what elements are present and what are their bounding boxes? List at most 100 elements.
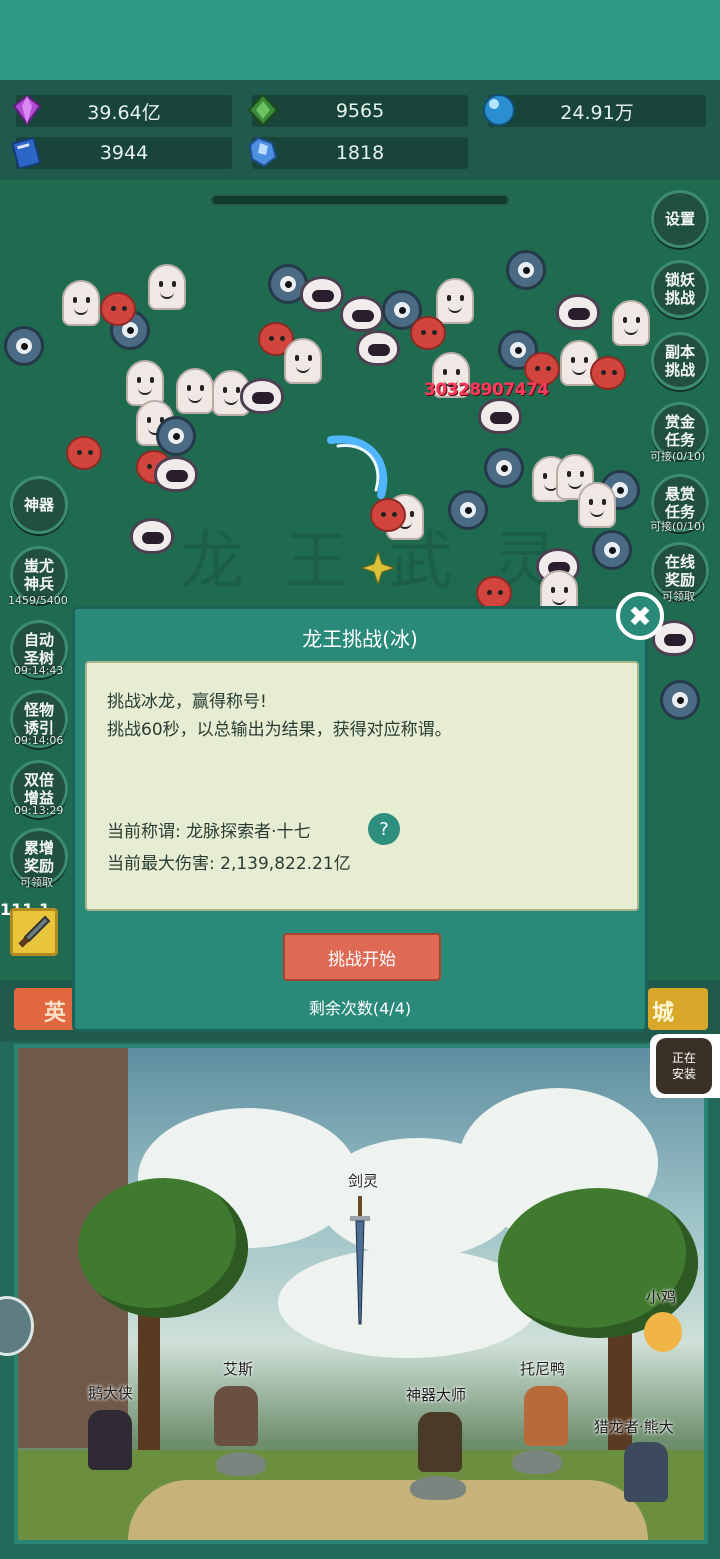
- npc-label-goose-hero: 鹅大侠: [88, 1384, 134, 1402]
- install-badge[interactable]: 正在 安装: [650, 1034, 720, 1098]
- eye-monster: [592, 530, 632, 570]
- tab-hero[interactable]: 英: [14, 988, 78, 1030]
- resource-ice-crystal: 1818: [248, 136, 468, 169]
- online-reward-status: 可领取: [662, 590, 695, 603]
- ghost-monster: [436, 278, 474, 324]
- resource-green-gem: 9565: [247, 93, 468, 127]
- red-blob-monster: [370, 498, 406, 532]
- dragon-king-challenge-dialog: 龙王挑战(冰) 挑战冰龙，赢得称号! 挑战60秒，以总输出为结果，获得对应称谓。…: [72, 606, 648, 1032]
- red-blob-monster: [590, 356, 626, 390]
- tab-city[interactable]: 城: [648, 988, 708, 1030]
- bat-monster: [356, 330, 400, 366]
- sword-icon[interactable]: [348, 1196, 372, 1326]
- npc-ace[interactable]: [214, 1386, 258, 1446]
- ghost-monster: [176, 368, 214, 414]
- bat-monster: [300, 276, 344, 312]
- remaining-attempts: 剩余次数(4/4): [308, 999, 412, 1018]
- eye-monster: [660, 680, 700, 720]
- tab-hero-label: 英: [44, 1001, 67, 1026]
- eye-monster: [484, 448, 524, 488]
- install-badge-label: 正在 安装: [656, 1038, 712, 1094]
- current-title-value: 龙脉探索者·十七: [186, 822, 311, 842]
- skill-slot[interactable]: [10, 908, 58, 956]
- red-blob-monster: [66, 436, 102, 470]
- bat-monster: [556, 294, 600, 330]
- ice-crystal-icon: [248, 136, 278, 168]
- resource-value: 3944: [99, 142, 149, 164]
- reward-task-status: 可接(0/10): [650, 520, 706, 533]
- damage-number: 30328907474: [424, 380, 549, 400]
- npc-chick[interactable]: [644, 1312, 682, 1352]
- bat-monster: [340, 296, 384, 332]
- red-blob-monster: [476, 576, 512, 610]
- bat-monster: [478, 398, 522, 434]
- ghost-monster: [148, 264, 186, 310]
- tree: [78, 1178, 248, 1318]
- npc-label-artifact-master: 神器大师: [406, 1386, 467, 1404]
- dialog-line-1: 挑战冰龙，赢得称号!: [107, 692, 267, 712]
- eye-monster: [448, 490, 488, 530]
- eye-monster: [4, 326, 44, 366]
- npc-artifact-master[interactable]: [418, 1412, 462, 1472]
- eye-monster: [156, 416, 196, 456]
- slash-effect-icon: [327, 435, 388, 499]
- dialog-body: 挑战冰龙，赢得称号! 挑战60秒，以总输出为结果，获得对应称谓。 当前称谓: 龙…: [85, 661, 639, 911]
- resource-value: 1818: [335, 142, 385, 164]
- resource-blue-orb: 24.91万: [483, 94, 706, 127]
- ghost-monster: [62, 280, 100, 326]
- dirt-path: [128, 1480, 648, 1540]
- double-boost-timer: 09:13:29: [14, 804, 64, 817]
- blue-orb-icon: [483, 94, 515, 126]
- rock: [512, 1450, 562, 1474]
- blue-book-icon: [11, 137, 41, 169]
- max-damage-label: 当前最大伤害:: [107, 854, 221, 874]
- chiyou-weapon-progress: 1459/5400: [8, 594, 68, 607]
- npc-label-sword-spirit: 剑灵: [348, 1172, 379, 1190]
- auto-holy-tree-timer: 09:14:43: [14, 664, 64, 677]
- ghost-monster: [284, 338, 322, 384]
- ghost-monster: [578, 482, 616, 528]
- rock: [410, 1476, 466, 1500]
- close-icon[interactable]: ✖: [616, 592, 664, 640]
- max-damage-value: 2,139,822.21亿: [220, 854, 351, 874]
- bat-monster: [130, 518, 174, 554]
- max-damage-row: 当前最大伤害: 2,139,822.21亿: [107, 849, 351, 874]
- dungeon-challenge-button[interactable]: 副本 挑战: [651, 332, 709, 390]
- resource-value: 24.91万: [560, 101, 634, 124]
- bounty-task-status: 可接(0/10): [650, 450, 706, 463]
- dialog-line-2: 挑战60秒，以总输出为结果，获得对应称谓。: [107, 720, 452, 740]
- artifact-button[interactable]: 神器: [10, 476, 68, 534]
- current-title-label: 当前称谓:: [107, 822, 187, 842]
- npc-label-chick: 小鸡: [646, 1288, 677, 1306]
- town-scene: 剑灵 小鸡 艾斯 鹅大侠 托尼鸭 神器大师 猎龙者·熊大: [14, 1044, 708, 1544]
- resource-blue-book: 3944: [11, 137, 232, 169]
- start-challenge-button[interactable]: 挑战开始: [283, 933, 441, 981]
- dialog-title: 龙王挑战(冰): [302, 627, 418, 651]
- npc-dragon-hunter[interactable]: [624, 1442, 668, 1502]
- npc-label-dragon-hunter: 猎龙者·熊大: [594, 1418, 674, 1436]
- current-title-row: 当前称谓: 龙脉探索者·十七: [107, 817, 311, 842]
- rock: [216, 1452, 266, 1476]
- green-gem-icon: [247, 93, 279, 127]
- ghost-monster: [612, 300, 650, 346]
- eye-monster: [506, 250, 546, 290]
- red-blob-monster: [100, 292, 136, 326]
- lock-demon-challenge-button[interactable]: 锁妖 挑战: [651, 260, 709, 318]
- purple-gem-icon: [12, 94, 42, 126]
- red-blob-monster: [410, 316, 446, 350]
- bat-monster: [154, 456, 198, 492]
- npc-goose-hero[interactable]: [88, 1410, 132, 1470]
- currency-bar: 39.64亿 9565 24.91万 3944 1818: [0, 80, 720, 180]
- settings-button[interactable]: 设置: [651, 190, 709, 248]
- monster-lure-timer: 09:14:06: [14, 734, 64, 747]
- resource-value: 9565: [335, 100, 385, 122]
- help-icon[interactable]: ?: [368, 813, 400, 845]
- npc-tony-duck[interactable]: [524, 1386, 568, 1446]
- ghost-monster: [126, 360, 164, 406]
- tab-city-label: 城: [652, 1001, 675, 1026]
- resource-purple-gem: 39.64亿: [12, 94, 232, 127]
- boss-hp-bar: [210, 194, 510, 206]
- dagger-icon: [18, 915, 51, 948]
- bat-monster: [240, 378, 284, 414]
- resource-value: 39.64亿: [87, 101, 161, 124]
